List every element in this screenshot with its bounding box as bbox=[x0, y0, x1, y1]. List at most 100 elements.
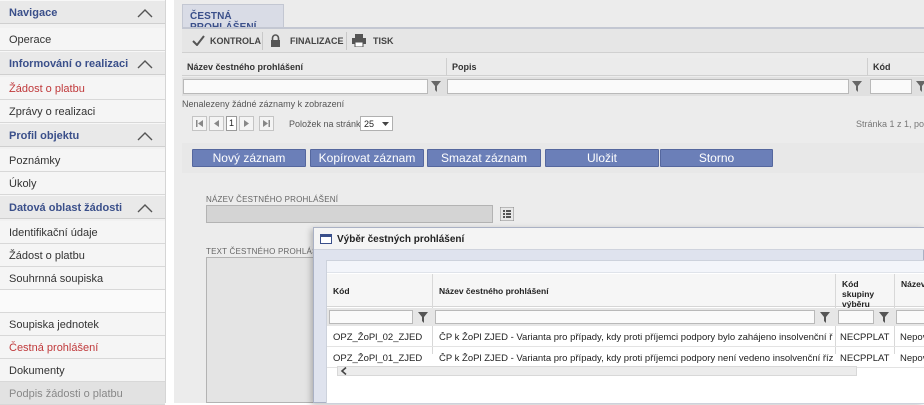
col-nazev-s-header[interactable]: Název s bbox=[895, 274, 924, 307]
sidebar-item-poznamky[interactable]: Poznámky bbox=[0, 149, 165, 172]
cancel-button[interactable]: Storno bbox=[660, 149, 773, 167]
sidebar-item-operace[interactable]: Operace bbox=[0, 28, 165, 51]
dialog-header[interactable]: Výběr čestných prohlášení bbox=[314, 228, 924, 250]
col-kod-header[interactable]: Kód bbox=[327, 274, 432, 307]
printer-icon bbox=[352, 34, 366, 47]
col-nazev-label: Název čestného prohlášení bbox=[439, 286, 549, 296]
sidebar-item-ukoly[interactable]: Úkoly bbox=[0, 172, 165, 195]
section-datova-oblast[interactable]: Datová oblast žádosti bbox=[0, 195, 165, 219]
scroll-left-icon[interactable] bbox=[340, 367, 348, 375]
table-row[interactable]: OPZ_ŽoPl_01_ZJED ČP k ŽoPl ZJED - Varian… bbox=[327, 348, 924, 368]
sidebar: Navigace Operace Informování o realizaci… bbox=[0, 0, 166, 405]
delete-record-button[interactable]: Smazat záznam bbox=[427, 149, 541, 167]
row-kod: OPZ_ŽoPl_02_ZJED bbox=[333, 332, 423, 343]
filter-icon[interactable] bbox=[418, 312, 428, 323]
col-popis-header[interactable]: Popis bbox=[452, 62, 477, 72]
filter-icon[interactable] bbox=[431, 81, 441, 92]
sidebar-item-label: Žádost o platbu bbox=[9, 83, 85, 95]
filter-skupina-input[interactable] bbox=[838, 310, 874, 324]
row-skupina: NECPPLAT bbox=[840, 332, 890, 343]
sidebar-item-zadost-o-platbu[interactable]: Žádost o platbu bbox=[0, 77, 165, 100]
sidebar-item-label: Dokumenty bbox=[9, 365, 65, 377]
col-kod-header[interactable]: Kód bbox=[873, 62, 891, 72]
last-page-icon bbox=[263, 120, 270, 127]
row-kod: OPZ_ŽoPl_01_ZJED bbox=[333, 353, 423, 364]
filter-icon[interactable] bbox=[879, 312, 889, 323]
first-page-icon bbox=[196, 120, 203, 127]
col-nazev-header[interactable]: Název čestného prohlášení bbox=[433, 274, 835, 307]
filter-kod-input[interactable] bbox=[329, 310, 413, 324]
nazev-field[interactable] bbox=[206, 205, 493, 223]
save-button[interactable]: Uložit bbox=[545, 149, 659, 167]
last-page-button[interactable] bbox=[259, 116, 274, 131]
filter-icon[interactable] bbox=[820, 312, 830, 323]
section-label: Datová oblast žádosti bbox=[9, 202, 123, 214]
chevron-up-icon[interactable] bbox=[137, 203, 153, 213]
dialog-title: Výběr čestných prohlášení bbox=[337, 234, 465, 245]
column-divider bbox=[867, 58, 868, 76]
col-skupina-header[interactable]: Kód skupiny výběru bbox=[836, 274, 894, 309]
grid-header: Název čestného prohlášení Popis Kód bbox=[182, 58, 924, 76]
col-skupina-label: Kód skupiny výběru bbox=[842, 279, 875, 309]
list-icon[interactable] bbox=[500, 207, 514, 221]
section-label: Navigace bbox=[9, 7, 58, 19]
sidebar-item-cestna[interactable]: Čestná prohlášení bbox=[0, 336, 165, 359]
toolbar-divider bbox=[262, 32, 263, 50]
filter-nazev-s-input[interactable] bbox=[896, 310, 924, 324]
section-label: Informování o realizaci bbox=[9, 58, 129, 70]
filter-icon[interactable] bbox=[916, 81, 924, 92]
kontrola-label: KONTROLA bbox=[210, 36, 261, 46]
sidebar-item-soupiska-jednotek[interactable]: Soupiska jednotek bbox=[0, 313, 165, 336]
sidebar-item-zadost-o-platbu-2[interactable]: Žádost o platbu bbox=[0, 244, 165, 267]
tisk-label: TISK bbox=[373, 36, 394, 46]
finalizace-button[interactable]: FINALIZACE bbox=[268, 29, 344, 53]
sidebar-item-identifikacni[interactable]: Identifikační údaje bbox=[0, 221, 165, 244]
section-navigace[interactable]: Navigace bbox=[0, 0, 165, 24]
filter-popis-input[interactable] bbox=[447, 79, 849, 94]
table-row[interactable]: OPZ_ŽoPl_02_ZJED ČP k ŽoPl ZJED - Varian… bbox=[327, 327, 924, 347]
tisk-button[interactable]: TISK bbox=[352, 29, 396, 53]
col-nazev-header[interactable]: Název čestného prohlášení bbox=[187, 62, 303, 72]
sidebar-item-podpis[interactable]: Podpis žádosti o platbu bbox=[0, 382, 165, 405]
action-bar: Nový záznam Kopírovat záznam Smazat zázn… bbox=[182, 143, 924, 173]
pager: 1 Položek na stránku 25 Stránka 1 z 1, p… bbox=[182, 111, 924, 137]
row-nazev: ČP k ŽoPl ZJED - Varianta pro případy, k… bbox=[439, 353, 833, 364]
prev-page-button[interactable] bbox=[209, 116, 224, 131]
sidebar-item-label: Žádost o platbu bbox=[9, 250, 85, 262]
sidebar-item-blank[interactable] bbox=[0, 290, 165, 313]
sidebar-item-label: Zprávy o realizaci bbox=[9, 106, 96, 118]
first-page-button[interactable] bbox=[192, 116, 207, 131]
sidebar-item-label: Poznámky bbox=[9, 155, 61, 167]
page-info: Stránka 1 z 1, po bbox=[855, 119, 924, 129]
nazev-field-label: NÁZEV ČESTNÉHO PROHLÁŠENÍ bbox=[206, 195, 339, 204]
chevron-down-icon bbox=[382, 122, 389, 126]
col-kod-label: Kód bbox=[333, 286, 350, 296]
sidebar-item-zpravy[interactable]: Zprávy o realizaci bbox=[0, 100, 165, 123]
new-record-button[interactable]: Nový záznam bbox=[192, 149, 306, 167]
tab-cestna-prohlaseni[interactable]: ČESTNÁ PROHLÁŠENÍ bbox=[182, 4, 284, 33]
window-icon bbox=[320, 234, 332, 244]
sidebar-item-label: Úkoly bbox=[9, 178, 37, 190]
kontrola-button[interactable]: KONTROLA bbox=[188, 29, 261, 53]
sidebar-item-souhrnna[interactable]: Souhrnná soupiska bbox=[0, 267, 165, 290]
grid-top-strip bbox=[327, 261, 924, 273]
section-profil[interactable]: Profil objektu bbox=[0, 123, 165, 147]
filter-nazev-input[interactable] bbox=[435, 310, 815, 324]
copy-record-button[interactable]: Kopírovat záznam bbox=[310, 149, 424, 167]
section-informovani[interactable]: Informování o realizaci bbox=[0, 51, 165, 75]
chevron-up-icon[interactable] bbox=[137, 131, 153, 141]
empty-message: Nenalezeny žádné záznamy k zobrazení bbox=[182, 99, 345, 109]
horizontal-scrollbar[interactable] bbox=[337, 366, 857, 376]
filter-icon[interactable] bbox=[852, 81, 862, 92]
chevron-up-icon[interactable] bbox=[137, 8, 153, 18]
current-page[interactable]: 1 bbox=[226, 116, 237, 131]
next-page-button[interactable] bbox=[239, 116, 254, 131]
per-page-label: Položek na stránku bbox=[289, 119, 366, 129]
text-field[interactable] bbox=[206, 257, 316, 403]
row-nazev-s: Nepov bbox=[900, 332, 924, 343]
chevron-up-icon[interactable] bbox=[137, 59, 153, 69]
per-page-select[interactable]: 25 bbox=[360, 116, 393, 131]
filter-kod-input[interactable] bbox=[870, 79, 912, 94]
filter-nazev-input[interactable] bbox=[183, 79, 428, 94]
sidebar-item-dokumenty[interactable]: Dokumenty bbox=[0, 359, 165, 382]
